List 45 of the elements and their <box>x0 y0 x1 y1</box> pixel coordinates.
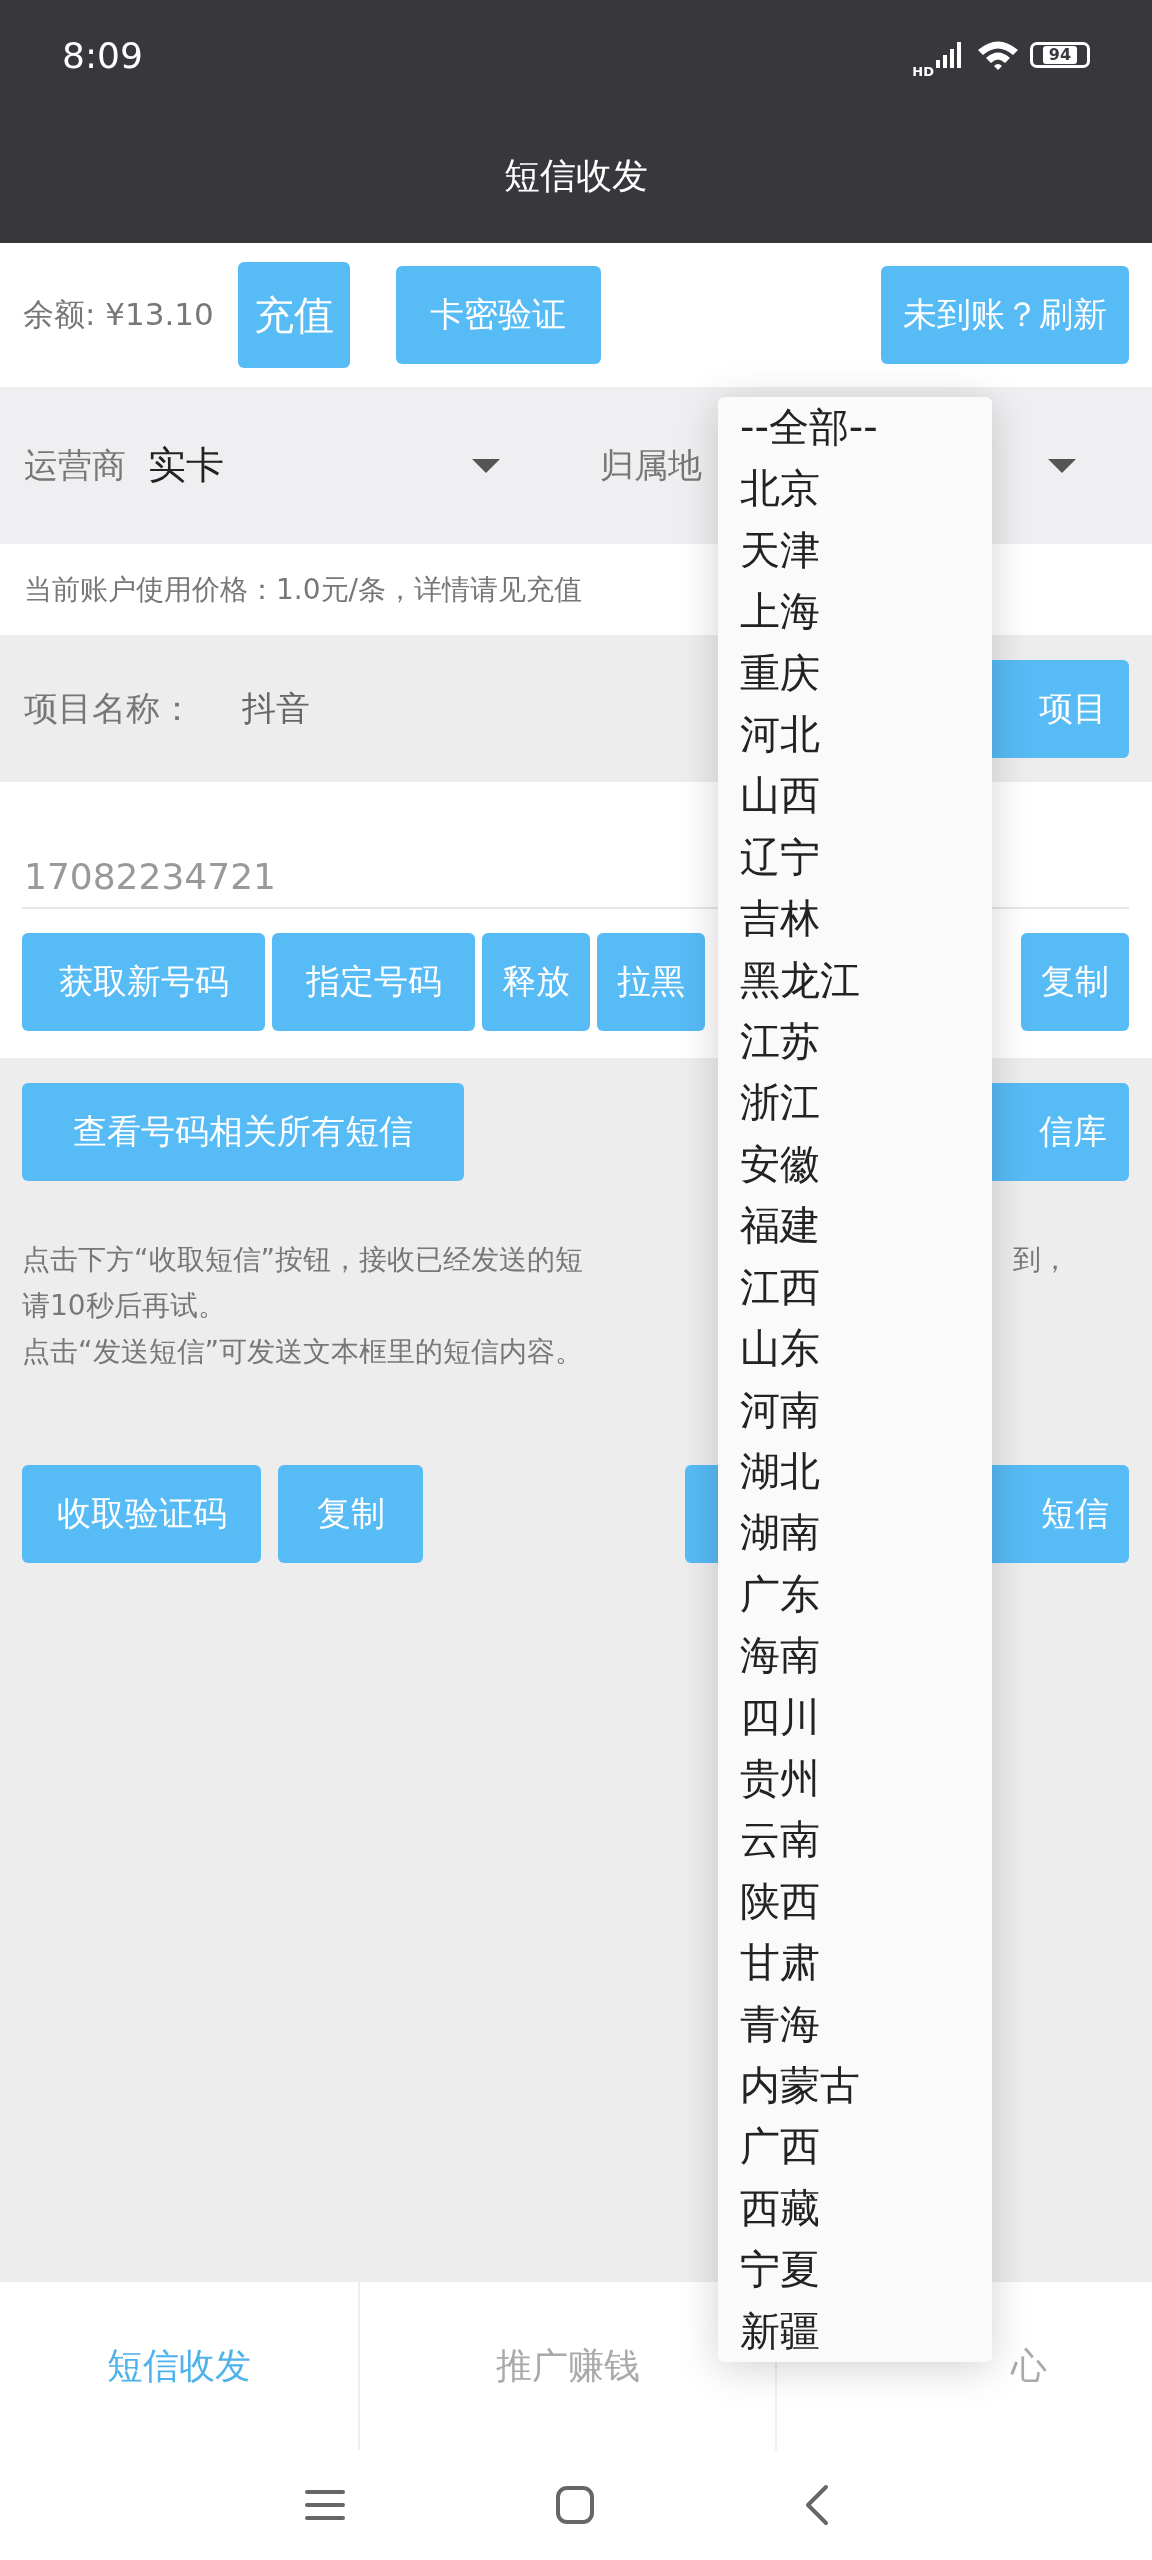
region-option[interactable]: 内蒙古 <box>718 2054 992 2117</box>
project-label: 项目名称： <box>24 686 194 730</box>
region-option[interactable]: 北京 <box>718 458 992 520</box>
home-icon[interactable] <box>555 2485 595 2525</box>
region-option[interactable]: 海南 <box>718 1625 992 1687</box>
status-time: 8:09 <box>62 34 143 76</box>
region-option[interactable]: 陕西 <box>718 1870 992 1933</box>
region-option[interactable]: 西藏 <box>718 2177 992 2240</box>
region-option[interactable]: 山东 <box>718 1318 992 1380</box>
filter-label: 运营商 <box>24 443 126 487</box>
region-option[interactable]: 青海 <box>718 1993 992 2055</box>
region-option[interactable]: 云南 <box>718 1809 992 1871</box>
project-name: 抖音 <box>242 686 310 730</box>
region-option[interactable]: 江西 <box>718 1256 992 1319</box>
menu-icon[interactable] <box>305 2488 345 2522</box>
region-option[interactable]: 河南 <box>718 1379 992 1441</box>
region-option[interactable]: 新疆 <box>718 2300 992 2362</box>
filter-label: 归属地 <box>600 443 702 487</box>
region-option[interactable]: 贵州 <box>718 1747 992 1810</box>
battery-icon: 94 <box>1030 42 1090 68</box>
dropdown-caret-icon[interactable] <box>472 458 500 473</box>
region-option[interactable]: 广东 <box>718 1563 992 1626</box>
instruction-text: 点击“发送短信”可发送文本框里的短信内容。 <box>22 1334 583 1370</box>
balance-label: 余额: ¥13.10 <box>23 295 214 334</box>
region-option[interactable]: 上海 <box>718 581 992 643</box>
instruction-text: 到， <box>1013 1242 1069 1278</box>
region-option[interactable]: 宁夏 <box>718 2239 992 2301</box>
page-title: 短信收发 <box>504 154 648 198</box>
dropdown-caret-icon[interactable] <box>1048 458 1076 473</box>
region-option[interactable]: 广西 <box>718 2116 992 2178</box>
region-option[interactable]: 四川 <box>718 1686 992 1748</box>
region-option[interactable]: 甘肃 <box>718 1932 992 1994</box>
filter-value[interactable]: 实卡 <box>148 440 224 491</box>
region-option[interactable]: 江苏 <box>718 1011 992 1073</box>
region-option[interactable]: --全部-- <box>718 397 992 459</box>
region-option[interactable]: 黑龙江 <box>718 949 992 1012</box>
region-option[interactable]: 山西 <box>718 765 992 827</box>
wifi-icon <box>976 39 1020 71</box>
instruction-text: 请10秒后再试。 <box>22 1288 226 1324</box>
instruction-text: 点击下方“收取短信”按钮，接收已经发送的短 <box>22 1242 583 1278</box>
back-icon[interactable] <box>805 2484 829 2526</box>
network-type: HD <box>912 63 934 79</box>
region-option[interactable]: 天津 <box>718 519 992 582</box>
price-note: 当前账户使用价格：1.0元/条，详情请见充值 <box>24 571 582 608</box>
region-option[interactable]: 福建 <box>718 1195 992 1257</box>
